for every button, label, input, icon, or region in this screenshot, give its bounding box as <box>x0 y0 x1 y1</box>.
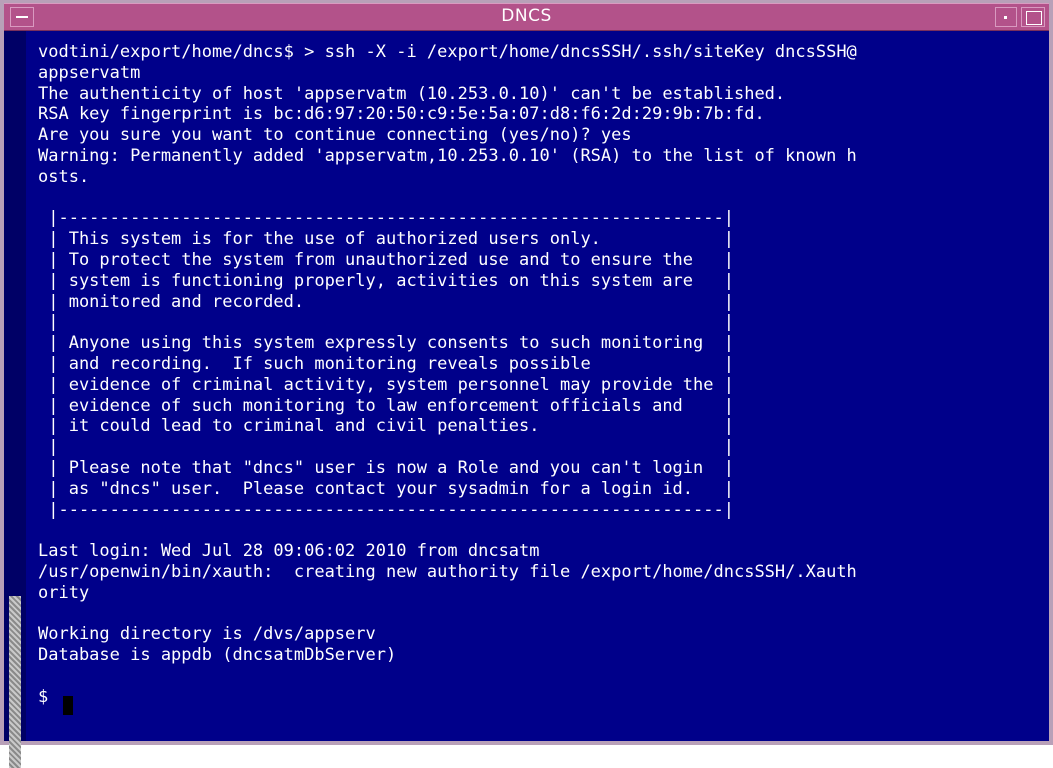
terminal-line: Warning: Permanently added 'appservatm,1… <box>38 145 857 166</box>
terminal-output: vodtini/export/home/dncs$ > ssh -X -i /e… <box>38 42 857 708</box>
terminal-line: | Anyone using this system expressly con… <box>38 333 734 354</box>
terminal-line: Are you sure you want to continue connec… <box>38 125 632 146</box>
terminal-line: | monitored and recorded. | <box>38 291 734 312</box>
terminal-line: | | <box>38 437 734 458</box>
terminal-line: | Please note that "dncs" user is now a … <box>38 457 734 478</box>
terminal-line: appservatm <box>38 62 141 83</box>
terminal-line: Working directory is /dvs/appserv <box>38 624 376 645</box>
terminal-line: RSA key fingerprint is bc:d6:97:20:50:c9… <box>38 104 765 125</box>
terminal-line: |---------------------------------------… <box>38 208 734 229</box>
terminal-line: $ <box>38 686 59 707</box>
terminal-line: | This system is for the use of authoriz… <box>38 229 734 250</box>
vertical-scrollbar[interactable] <box>4 31 26 768</box>
terminal-line: | evidence of criminal activity, system … <box>38 374 734 395</box>
minimize-button[interactable] <box>995 7 1017 27</box>
terminal-line: | evidence of such monitoring to law enf… <box>38 395 734 416</box>
terminal-line: vodtini/export/home/dncs$ > ssh -X -i /e… <box>38 42 857 62</box>
terminal-line: Last login: Wed Jul 28 09:06:02 2010 fro… <box>38 541 540 562</box>
terminal-line: osts. <box>38 166 90 187</box>
terminal-line: | it could lead to criminal and civil pe… <box>38 416 734 437</box>
terminal-line: | To protect the system from unauthorize… <box>38 249 734 270</box>
terminal-line: The authenticity of host 'appservatm (10… <box>38 83 786 104</box>
terminal-line: /usr/openwin/bin/xauth: creating new aut… <box>38 561 857 582</box>
terminal-line: ority <box>38 582 90 603</box>
terminal-window: DNCS vodtini/export/home/dncs$ > ssh -X … <box>0 0 1053 768</box>
terminal-line: | system is functioning properly, activi… <box>38 270 734 291</box>
title-bar[interactable]: DNCS <box>4 3 1049 31</box>
maximize-icon <box>1026 11 1042 25</box>
terminal-line: |---------------------------------------… <box>38 499 734 520</box>
text-cursor <box>63 696 73 715</box>
terminal-line: | and recording. If such monitoring reve… <box>38 353 734 374</box>
terminal-line: Database is appdb (dncsatmDbServer) <box>38 645 397 666</box>
maximize-button[interactable] <box>1021 7 1045 27</box>
terminal-area[interactable]: vodtini/export/home/dncs$ > ssh -X -i /e… <box>26 31 1049 741</box>
terminal-line: | as "dncs" user. Please contact your sy… <box>38 478 734 499</box>
scrollbar-thumb[interactable] <box>9 596 21 768</box>
window-title: DNCS <box>501 6 552 26</box>
minimize-icon <box>1004 16 1007 19</box>
terminal-line: | | <box>38 312 734 333</box>
